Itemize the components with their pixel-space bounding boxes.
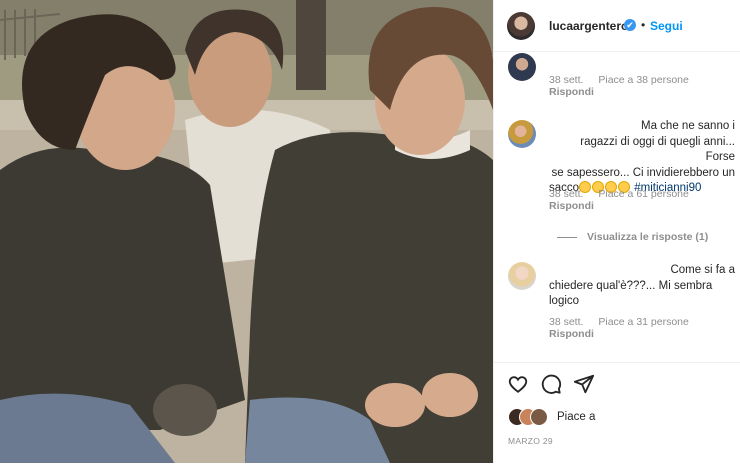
replies-divider-line [557,236,577,238]
comment-line: ragazzi di oggi di quegli anni... Forse [580,135,735,164]
reply-button[interactable]: Rispondi [549,328,594,340]
post-side-panel: lucaargentero ✔ • Segui 38 sett. Piace a… [493,0,740,463]
comment-text: Come si fa a chiedere qual'è???... Mi se… [549,263,735,310]
comment-likes[interactable]: Piace a 61 persone [598,188,688,200]
comment-icon[interactable] [540,373,562,395]
comment-line: se sapessero... Ci invidierebbero un [551,166,735,179]
comment-line: Come si fa a [670,264,735,276]
view-replies-button[interactable]: Visualizza le risposte (1) [557,231,708,243]
author-avatar[interactable] [507,12,535,40]
heart-icon[interactable] [507,373,529,395]
liker-avatar [530,408,548,426]
author-username[interactable]: lucaargentero [549,19,628,33]
share-icon[interactable] [573,373,595,395]
reply-button[interactable]: Rispondi [549,200,594,212]
view-replies-label: Visualizza le risposte (1) [587,231,709,243]
likes-summary[interactable]: Piace a [557,411,595,423]
reply-button[interactable]: Rispondi [549,86,594,98]
comment-time[interactable]: 38 sett. [549,316,583,328]
comment-likes[interactable]: Piace a 31 persone [598,316,688,328]
comment-line: logico [549,295,580,307]
comment-text: Ma che ne sanno i ragazzi di oggi di que… [549,119,735,197]
post-date[interactable]: MARZO 29 [508,436,553,446]
post-photo[interactable] [0,0,493,463]
comment-meta: 38 sett. Piace a 38 persone Rispondi [549,74,740,98]
comment-time[interactable]: 38 sett. [549,74,583,86]
commenter-avatar[interactable] [508,120,536,148]
comment-line: Ma che ne sanno i [641,120,735,132]
comment-time[interactable]: 38 sett. [549,188,583,200]
vintage-photo-illustration [0,0,493,463]
separator-dot: • [641,18,646,32]
post-actions: Piace a MARZO 29 [494,362,740,464]
verified-badge-icon: ✔ [624,19,636,31]
commenter-avatar[interactable] [508,53,536,81]
comment-line: chiedere qual'è???... Mi sembra [549,279,713,292]
post-header: lucaargentero ✔ • Segui [494,0,740,52]
comment-meta: 38 sett. Piace a 31 persone Rispondi [549,316,740,340]
follow-button[interactable]: Segui [650,19,683,33]
comment-likes[interactable]: Piace a 38 persone [598,74,688,86]
comment-meta: 38 sett. Piace a 61 persone Rispondi [549,188,740,212]
commenter-avatar[interactable] [508,262,536,290]
